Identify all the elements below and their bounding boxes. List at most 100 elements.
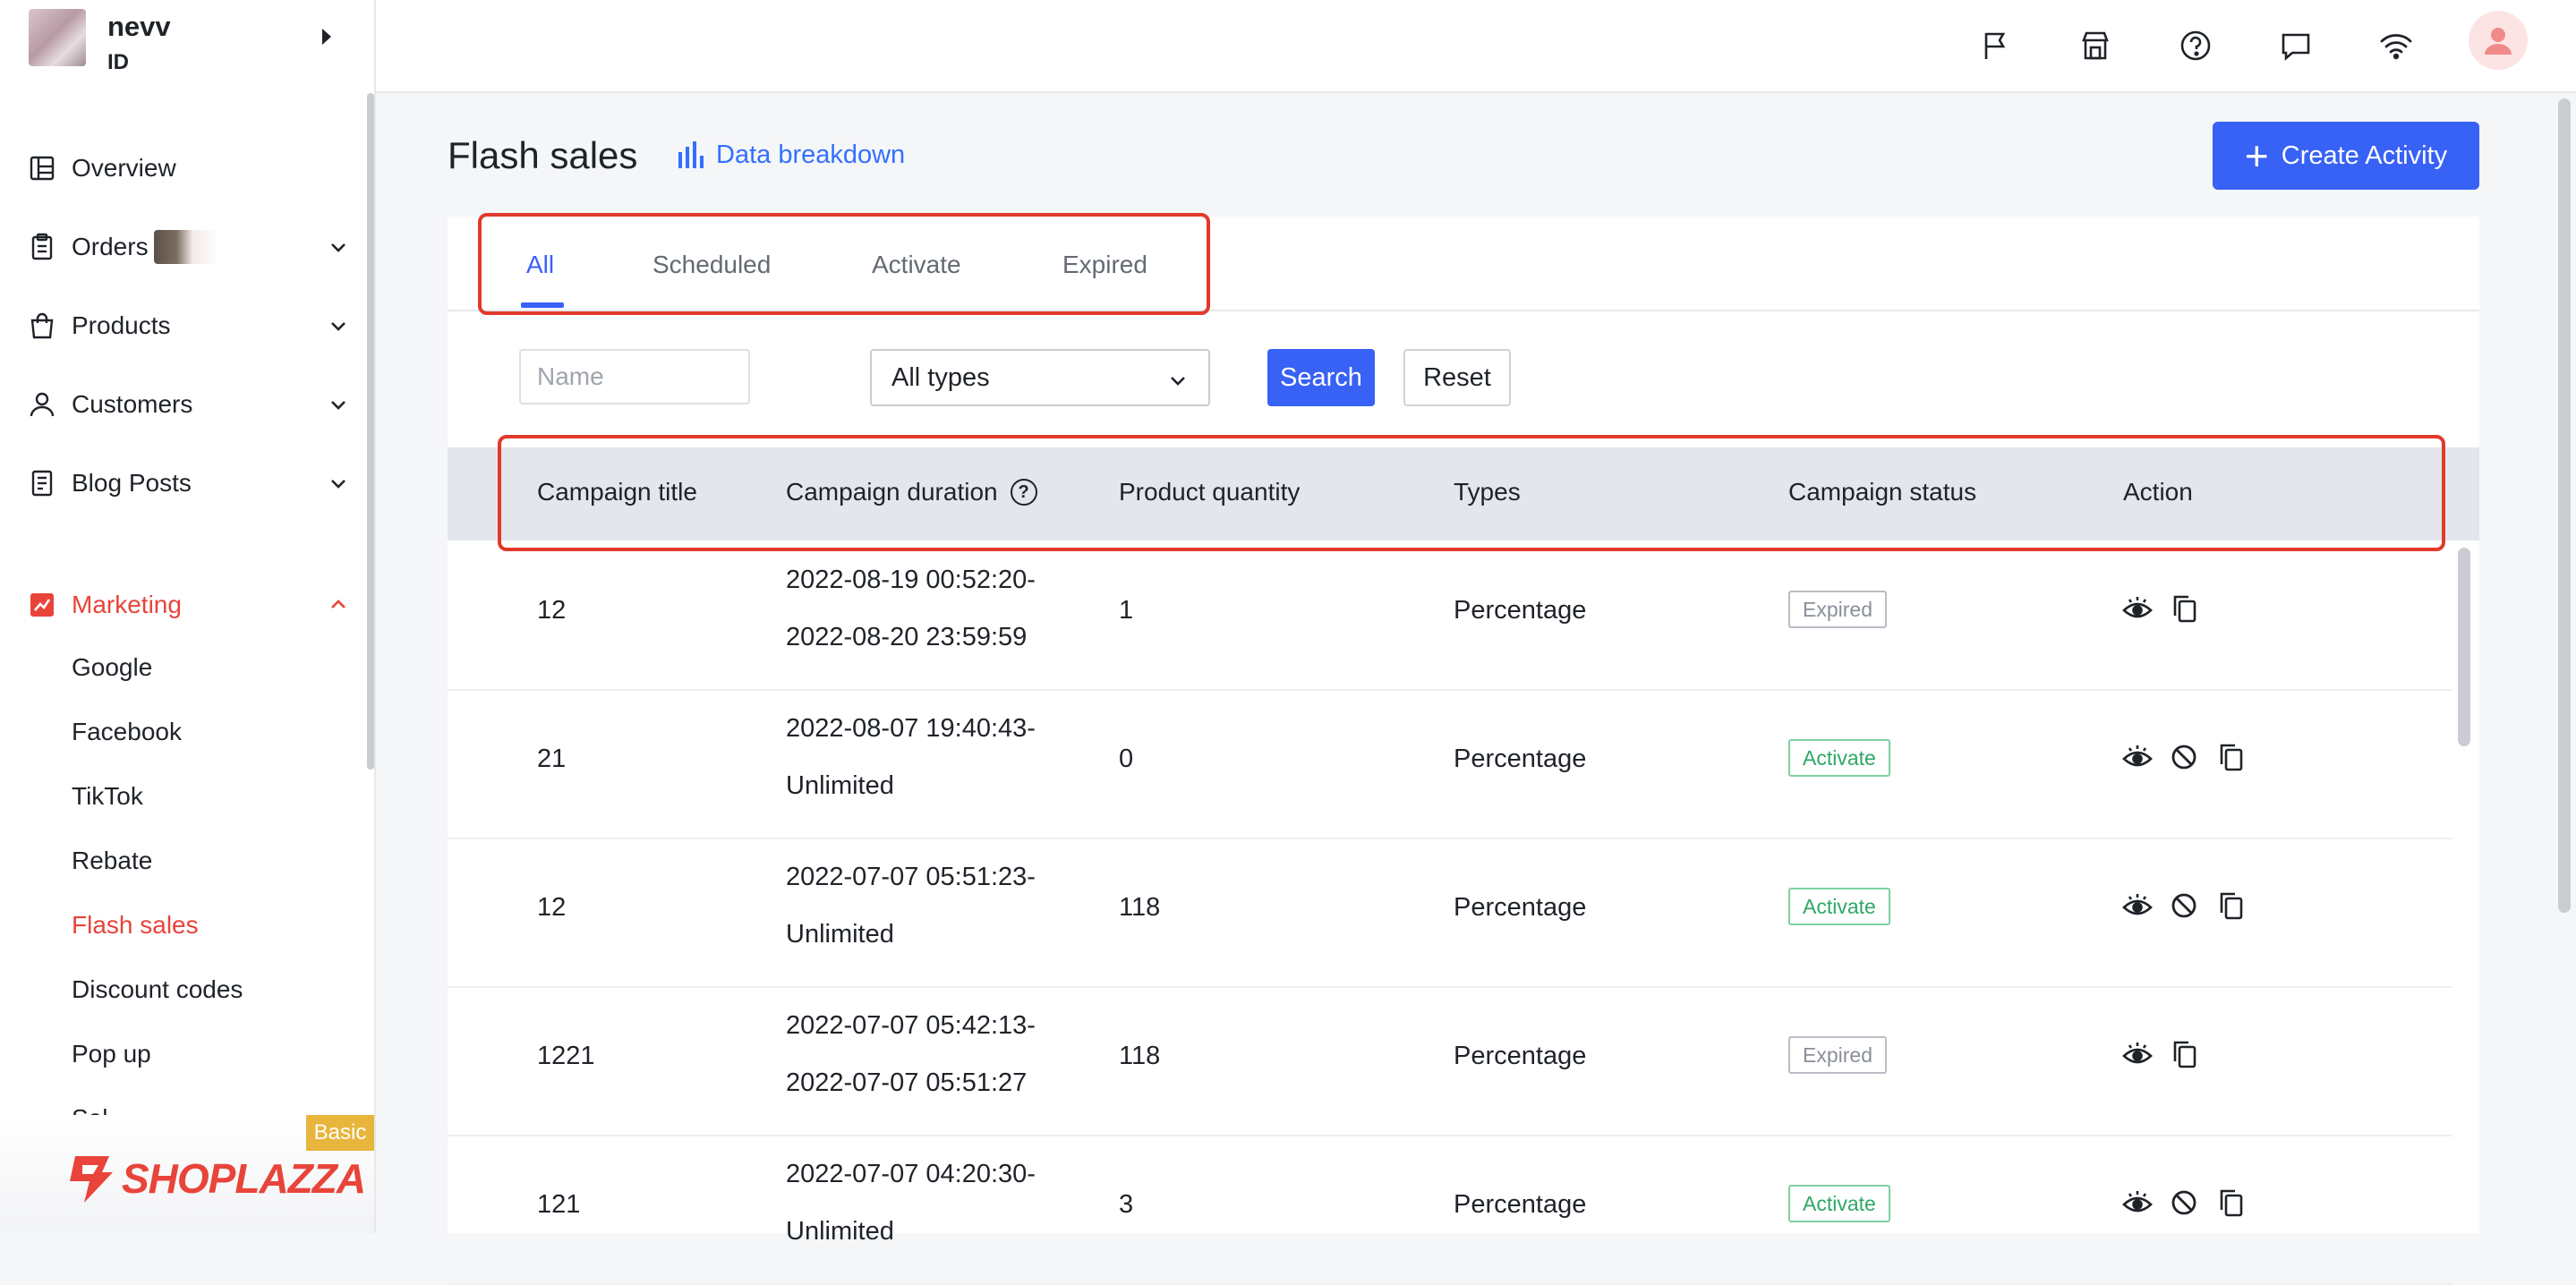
search-button[interactable]: Search bbox=[1267, 349, 1375, 406]
sidebar-sub-rebate[interactable]: Rebate bbox=[72, 847, 152, 875]
copy-icon[interactable] bbox=[2214, 1187, 2247, 1219]
plan-badge: Basic bbox=[306, 1115, 374, 1151]
type-cell: Percentage bbox=[1454, 1042, 1587, 1070]
sidebar-item-customers[interactable]: Customers bbox=[27, 378, 349, 431]
sidebar-item-orders[interactable]: Orders bbox=[27, 220, 349, 274]
wifi-icon[interactable] bbox=[2372, 21, 2420, 70]
view-icon[interactable] bbox=[2121, 592, 2154, 625]
tab-activate[interactable]: Activate bbox=[872, 251, 961, 279]
tab-expired[interactable]: Expired bbox=[1062, 251, 1147, 279]
status-badge: Activate bbox=[1788, 888, 1890, 925]
chevron-down-icon[interactable] bbox=[328, 394, 349, 420]
tab-all[interactable]: All bbox=[526, 251, 554, 279]
type-cell: Percentage bbox=[1454, 893, 1587, 922]
product-quantity-cell: 118 bbox=[1119, 1042, 1161, 1070]
campaign-title-cell: 21 bbox=[537, 745, 567, 773]
chevron-down-icon[interactable] bbox=[328, 315, 349, 341]
page-title: Flash sales bbox=[448, 134, 638, 176]
campaign-title-cell: 121 bbox=[537, 1190, 581, 1219]
sidebar-item-label: Customers bbox=[72, 390, 193, 418]
sidebar-item-overview[interactable]: Overview bbox=[27, 141, 349, 195]
overview-icon bbox=[27, 153, 57, 183]
view-icon[interactable] bbox=[2121, 889, 2154, 922]
store-icon[interactable] bbox=[2071, 21, 2120, 70]
type-cell: Percentage bbox=[1454, 596, 1587, 625]
type-select[interactable]: All types bbox=[870, 349, 1210, 406]
type-select-value: All types bbox=[891, 362, 990, 392]
sidebar-sub-discount-codes[interactable]: Discount codes bbox=[72, 975, 243, 1004]
sidebar-footer: Basic SHOPLAZZA bbox=[0, 1115, 374, 1233]
row-actions bbox=[2121, 592, 2200, 625]
disable-icon[interactable] bbox=[2168, 741, 2200, 773]
campaign-start-cell: 2022-08-07 19:40:43- bbox=[786, 714, 1036, 743]
sidebar-item-marketing[interactable]: Marketing bbox=[27, 578, 349, 632]
type-cell: Percentage bbox=[1454, 745, 1587, 773]
campaign-start-cell: 2022-07-07 05:51:23- bbox=[786, 863, 1036, 891]
active-tab-indicator bbox=[521, 302, 564, 308]
store-id: ID bbox=[107, 50, 129, 74]
top-bar bbox=[376, 0, 2576, 93]
chat-icon[interactable] bbox=[2272, 21, 2320, 70]
copy-icon[interactable] bbox=[2168, 592, 2200, 625]
row-actions bbox=[2121, 1187, 2247, 1219]
copy-icon[interactable] bbox=[2214, 741, 2247, 773]
sidebar-item-products[interactable]: Products bbox=[27, 299, 349, 353]
table-header: Campaign title Campaign duration ? Produ… bbox=[448, 447, 2479, 540]
sidebar-sub-flash-sales[interactable]: Flash sales bbox=[72, 911, 199, 940]
page-scrollbar[interactable] bbox=[2558, 98, 2571, 913]
header-campaign-duration: Campaign duration ? bbox=[786, 478, 1037, 506]
campaign-end-cell: 2022-07-07 05:51:27 bbox=[786, 1068, 1028, 1097]
campaign-start-cell: 2022-08-19 00:52:20- bbox=[786, 566, 1036, 594]
help-icon[interactable]: ? bbox=[1010, 479, 1037, 506]
product-quantity-cell: 0 bbox=[1119, 745, 1134, 773]
header-campaign-title: Campaign title bbox=[537, 478, 697, 506]
caret-right-icon[interactable] bbox=[322, 29, 331, 45]
table-scrollbar[interactable] bbox=[2458, 548, 2470, 746]
sidebar-sub-pop-up[interactable]: Pop up bbox=[72, 1040, 151, 1068]
table-row: 21 2022-08-07 19:40:43- Unlimited 0 Percenta… bbox=[448, 689, 2452, 839]
sidebar-item-label: Products bbox=[72, 311, 171, 339]
user-avatar[interactable] bbox=[2469, 11, 2528, 70]
row-actions bbox=[2121, 889, 2247, 922]
sidebar-scrollbar[interactable] bbox=[367, 93, 374, 770]
chevron-up-icon[interactable] bbox=[328, 594, 349, 620]
store-switcher[interactable]: nevv ID bbox=[29, 7, 369, 75]
flag-icon[interactable] bbox=[1971, 21, 2019, 70]
logo-wordmark: SHOPLAZZA bbox=[122, 1155, 366, 1202]
user-avatar-icon bbox=[2485, 28, 2512, 55]
sidebar-item-blog-posts[interactable]: Blog Posts bbox=[27, 456, 349, 510]
chevron-down-icon[interactable] bbox=[328, 236, 349, 262]
view-icon[interactable] bbox=[2121, 741, 2154, 773]
table-row: 12 2022-08-19 00:52:20- 2022-08-20 23:59:5… bbox=[448, 540, 2452, 691]
status-badge: Activate bbox=[1788, 1185, 1890, 1222]
sidebar-sub-facebook[interactable]: Facebook bbox=[72, 718, 182, 746]
campaign-title-cell: 1221 bbox=[537, 1042, 595, 1070]
product-quantity-cell: 3 bbox=[1119, 1190, 1134, 1219]
header-product-quantity: Product quantity bbox=[1119, 478, 1301, 506]
sidebar-sub-tiktok[interactable]: TikTok bbox=[72, 782, 143, 811]
view-icon[interactable] bbox=[2121, 1187, 2154, 1219]
copy-icon[interactable] bbox=[2214, 889, 2247, 922]
header-action: Action bbox=[2123, 478, 2193, 506]
name-search-input[interactable] bbox=[519, 349, 750, 404]
disable-icon[interactable] bbox=[2168, 1187, 2200, 1219]
reset-button[interactable]: Reset bbox=[1403, 349, 1511, 406]
campaign-end-cell: 2022-08-20 23:59:59 bbox=[786, 623, 1028, 651]
campaign-end-cell: Unlimited bbox=[786, 1217, 894, 1246]
flash-sales-card: All Scheduled Activate Expired All types… bbox=[448, 213, 2479, 1285]
tab-scheduled[interactable]: Scheduled bbox=[653, 251, 771, 279]
create-activity-button[interactable]: + Create Activity bbox=[2213, 122, 2479, 190]
sidebar-item-label: Marketing bbox=[72, 591, 182, 618]
view-icon[interactable] bbox=[2121, 1038, 2154, 1070]
help-icon[interactable] bbox=[2171, 21, 2220, 70]
product-quantity-cell: 1 bbox=[1119, 596, 1134, 625]
campaign-end-cell: Unlimited bbox=[786, 771, 894, 800]
copy-icon[interactable] bbox=[2168, 1038, 2200, 1070]
disable-icon[interactable] bbox=[2168, 889, 2200, 922]
header-campaign-duration-label: Campaign duration bbox=[786, 478, 998, 506]
blog-icon bbox=[27, 468, 57, 498]
store-name: nevv bbox=[107, 11, 171, 42]
sidebar-sub-google[interactable]: Google bbox=[72, 653, 152, 682]
chevron-down-icon[interactable] bbox=[328, 472, 349, 498]
data-breakdown-link[interactable]: Data breakdown bbox=[677, 140, 905, 170]
